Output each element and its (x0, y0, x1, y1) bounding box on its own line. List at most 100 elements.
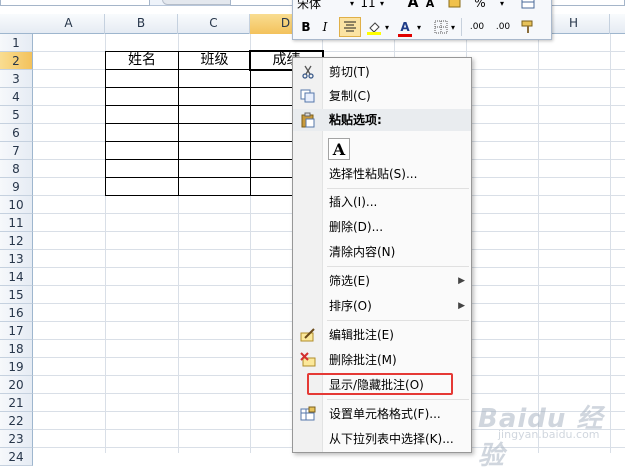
edit-comment-icon (299, 327, 317, 343)
table-border (105, 105, 323, 106)
table-border (105, 159, 323, 160)
font-size-select[interactable]: 11 (359, 0, 377, 13)
table-border (105, 195, 323, 196)
italic-button[interactable]: I (317, 17, 333, 37)
row-header[interactable]: 5 (0, 106, 33, 124)
row-header[interactable]: 11 (0, 214, 33, 232)
row-header[interactable]: 2 (0, 52, 33, 70)
menu-item-pick-from-list[interactable]: 从下拉列表中选择(K)... (293, 427, 471, 451)
menu-item-edit-comment[interactable]: 编辑批注(E) (293, 323, 471, 347)
chevron-down-icon[interactable]: ▾ (449, 17, 457, 37)
menu-item-insert[interactable]: 插入(I)... (293, 190, 471, 214)
menu-item-delete[interactable]: 删除(D)... (293, 215, 471, 239)
row-header[interactable]: 16 (0, 304, 33, 322)
menu-item-clear-contents[interactable]: 清除内容(N) (293, 240, 471, 264)
increase-decimal-label: .00 (469, 22, 485, 32)
table-border (105, 123, 323, 124)
row-header[interactable]: 8 (0, 160, 33, 178)
column-header-c[interactable]: C (178, 14, 250, 34)
bold-button[interactable]: B (297, 17, 315, 37)
chevron-down-icon[interactable]: ▾ (415, 17, 423, 37)
format-table-icon[interactable] (519, 0, 537, 13)
table-header-class[interactable]: 班级 (179, 51, 250, 69)
submenu-arrow-icon: ▶ (458, 276, 465, 286)
baidu-watermark: Baidu 经验 jingyan.baidu.com (478, 398, 625, 471)
increase-decimal-button[interactable]: .00 (465, 17, 489, 37)
grid-line (538, 34, 539, 453)
menu-section-label: 粘贴选项: (329, 113, 382, 127)
menu-item-label: 删除(D)... (329, 220, 384, 234)
decrease-decimal-button[interactable]: .00 (491, 17, 515, 37)
decrease-decimal-label: .00 (495, 22, 511, 32)
borders-icon[interactable] (433, 17, 449, 37)
row-header[interactable]: 22 (0, 412, 33, 430)
chevron-down-icon[interactable]: ▾ (347, 0, 357, 13)
grow-font-button[interactable]: A (405, 0, 421, 13)
paste-values-icon[interactable]: A (328, 138, 350, 160)
align-center-button[interactable] (339, 17, 361, 37)
menu-item-label: 删除批注(M) (329, 353, 397, 367)
font-name-select[interactable]: 宋体 (297, 0, 345, 13)
highlight-annotation (307, 373, 453, 395)
grid-line (610, 34, 611, 453)
menu-item-label: 选择性粘贴(S)... (329, 167, 418, 181)
row-header[interactable]: 10 (0, 196, 33, 214)
menu-item-sort[interactable]: 排序(O) ▶ (293, 294, 471, 318)
row-header[interactable]: 14 (0, 268, 33, 286)
menu-item-label: 筛选(E) (329, 274, 370, 288)
menu-item-label: 设置单元格格式(F)... (329, 407, 441, 421)
mini-toolbar-row-1: 宋体 ▾ 11 ▾ A A % ▾ (293, 0, 551, 15)
name-box[interactable] (0, 0, 150, 6)
row-header[interactable]: 1 (0, 34, 33, 52)
menu-item-delete-comment[interactable]: 删除批注(M) (293, 348, 471, 372)
menu-item-label: 插入(I)... (329, 195, 378, 209)
table-header-name[interactable]: 姓名 (106, 51, 178, 69)
row-header[interactable]: 23 (0, 430, 33, 448)
menu-item-cut[interactable]: 剪切(T) (293, 60, 471, 84)
chevron-down-icon[interactable]: ▾ (377, 0, 387, 13)
menu-item-filter[interactable]: 筛选(E) ▶ (293, 269, 471, 293)
menu-item-label: 清除内容(N) (329, 245, 396, 259)
row-header[interactable]: 20 (0, 376, 33, 394)
menu-item-paste-special[interactable]: 选择性粘贴(S)... (293, 162, 471, 186)
shrink-font-button[interactable]: A (423, 0, 437, 13)
menu-separator (327, 320, 469, 321)
menu-separator (327, 399, 469, 400)
row-header[interactable]: 19 (0, 358, 33, 376)
menu-item-label: 复制(C) (329, 89, 371, 103)
mini-toolbar-row-2: B I ▾ A ▾ ▾ .00 .00 (293, 17, 551, 39)
delete-comment-icon (299, 352, 317, 368)
menu-item-format-cells[interactable]: 设置单元格格式(F)... (293, 402, 471, 426)
format-painter-icon[interactable] (519, 17, 537, 37)
row-header[interactable]: 9 (0, 178, 33, 196)
percent-button[interactable]: % (473, 0, 487, 13)
menu-separator (327, 188, 469, 189)
fill-color-icon[interactable] (365, 17, 383, 37)
row-header[interactable]: 7 (0, 142, 33, 160)
chevron-down-icon[interactable]: ▾ (383, 17, 391, 37)
column-header-a[interactable]: A (33, 14, 105, 34)
table-border (105, 177, 323, 178)
accounting-format-icon[interactable] (447, 0, 463, 13)
toolbar-separator (461, 18, 462, 36)
row-header[interactable]: 17 (0, 322, 33, 340)
table-border (105, 141, 323, 142)
row-header[interactable]: 15 (0, 286, 33, 304)
menu-item-copy[interactable]: 复制(C) (293, 84, 471, 108)
menu-item-label: 排序(O) (329, 299, 372, 313)
chevron-down-icon[interactable]: ▾ (497, 0, 507, 13)
row-header[interactable]: 21 (0, 394, 33, 412)
row-header[interactable]: 4 (0, 88, 33, 106)
menu-separator (327, 266, 469, 267)
row-header[interactable]: 3 (0, 70, 33, 88)
row-header[interactable]: 13 (0, 250, 33, 268)
menu-section-paste-options: 粘贴选项: (293, 109, 471, 131)
row-header[interactable]: 12 (0, 232, 33, 250)
row-header[interactable]: 18 (0, 340, 33, 358)
column-header-b[interactable]: B (105, 14, 178, 34)
row-header[interactable]: 6 (0, 124, 33, 142)
watermark-url: jingyan.baidu.com (498, 428, 600, 441)
row-header[interactable]: 24 (0, 448, 33, 466)
scissors-icon (299, 64, 317, 80)
font-color-label: A (400, 20, 410, 34)
